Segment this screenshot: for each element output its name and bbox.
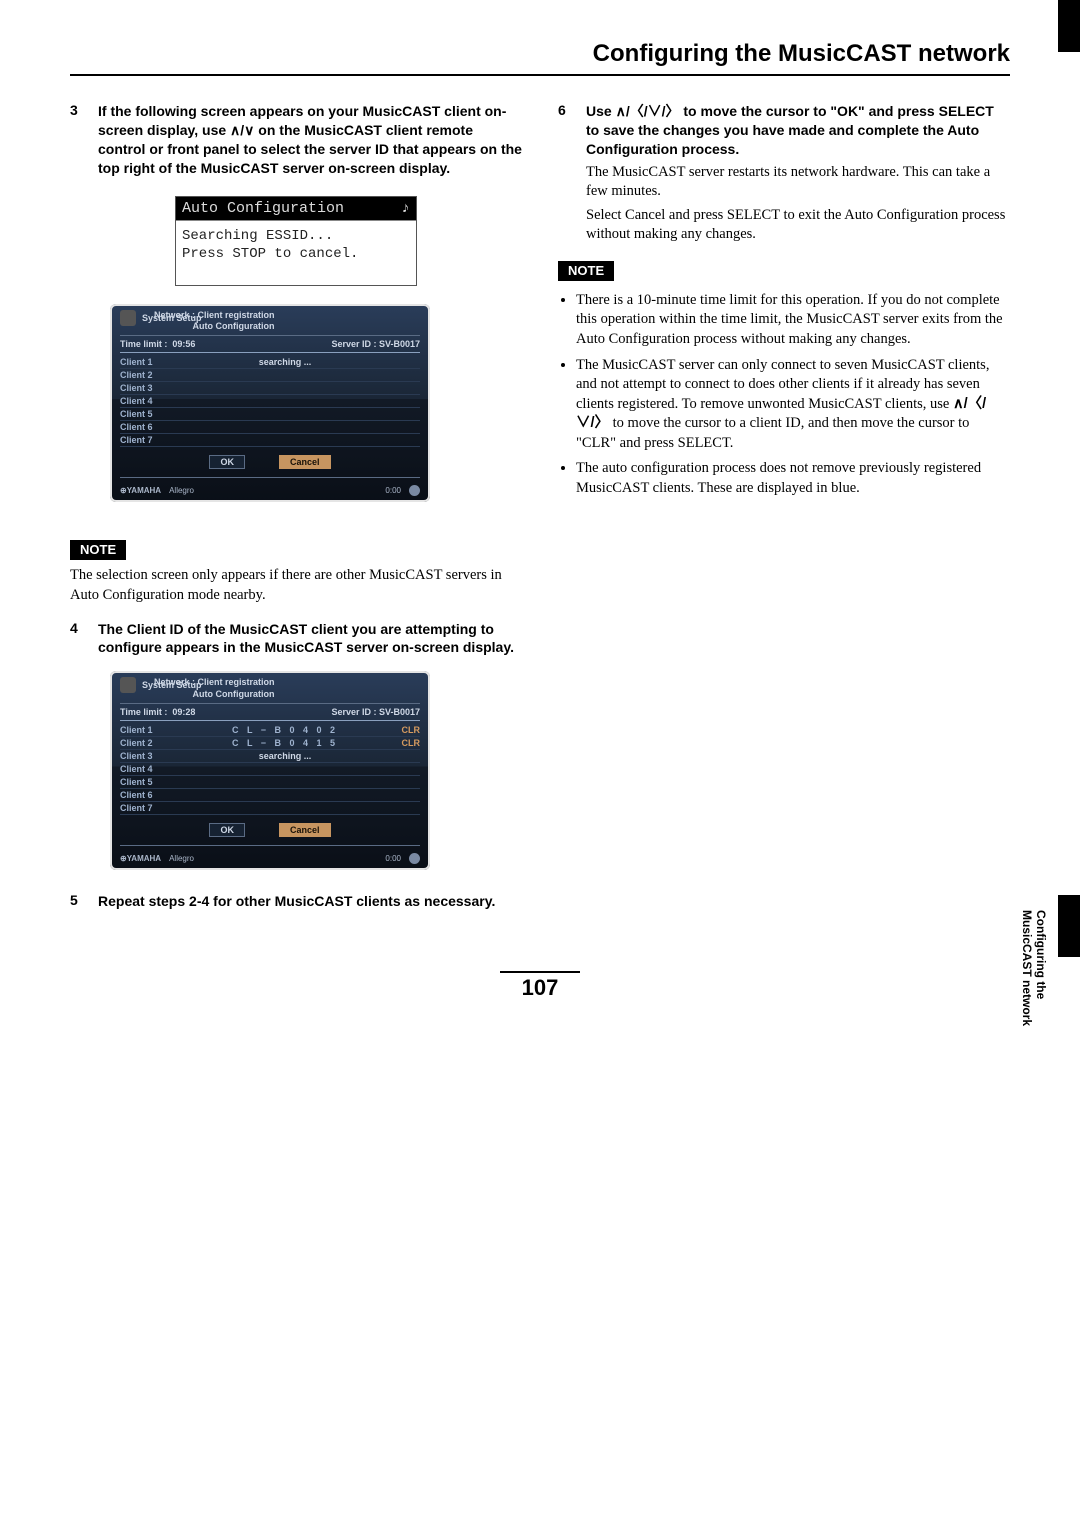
yamaha-brand: ⊕YAMAHA bbox=[120, 854, 161, 863]
footer-time: 0:00 bbox=[385, 486, 401, 495]
ok-button[interactable]: OK bbox=[209, 455, 245, 469]
step-3: 3 If the following screen appears on you… bbox=[70, 102, 522, 178]
note-b2-b: to move the cursor to a client ID, and t… bbox=[576, 415, 969, 451]
client-value: C L − B 0 4 0 2 bbox=[180, 725, 390, 735]
tv-time-value: 09:28 bbox=[172, 707, 195, 717]
client-label: Client 5 bbox=[120, 409, 180, 419]
lcd-title: Auto Configuration bbox=[182, 200, 344, 217]
note-b2-a: The MusicCAST server can only connect to… bbox=[576, 357, 989, 412]
client-value: C L − B 0 4 1 5 bbox=[180, 738, 390, 748]
client-label: Client 6 bbox=[120, 422, 180, 432]
table-row: Client 6 bbox=[120, 421, 420, 434]
client-label: Client 1 bbox=[120, 357, 180, 367]
client-value: searching ... bbox=[180, 751, 390, 761]
table-row: Client 3searching ... bbox=[120, 750, 420, 763]
tv-logo-icon bbox=[120, 677, 136, 693]
client-label: Client 4 bbox=[120, 764, 180, 774]
step-4-text: The Client ID of the MusicCAST client yo… bbox=[98, 620, 522, 658]
table-row: Client 6 bbox=[120, 789, 420, 802]
note-bullet-3: The auto configuration process does not … bbox=[576, 459, 1010, 498]
footer-name: Allegro bbox=[169, 854, 194, 863]
client-label: Client 7 bbox=[120, 435, 180, 445]
table-row: Client 1searching ... bbox=[120, 356, 420, 369]
client-value: searching ... bbox=[180, 357, 390, 367]
client-label: Client 5 bbox=[120, 777, 180, 787]
tv-logo-icon bbox=[120, 310, 136, 326]
tv-heading-2: Auto Configuration bbox=[154, 689, 275, 700]
tv-heading-1: Network : Client registration bbox=[154, 310, 275, 321]
lcd-line-1: Searching ESSID... bbox=[182, 227, 410, 245]
tv-time-value: 09:56 bbox=[172, 339, 195, 349]
page-title: Configuring the MusicCAST network bbox=[70, 40, 1010, 68]
step-4: 4 The Client ID of the MusicCAST client … bbox=[70, 620, 522, 658]
step-5: 5 Repeat steps 2-4 for other MusicCAST c… bbox=[70, 892, 522, 911]
clr-button[interactable]: CLR bbox=[390, 738, 420, 748]
tv-server-id: Server ID : SV-B0017 bbox=[331, 707, 420, 717]
lcd-line-2: Press STOP to cancel. bbox=[182, 245, 410, 263]
music-note-icon: ♪ bbox=[401, 200, 410, 217]
client-label: Client 3 bbox=[120, 751, 180, 761]
tv-time-label: Time limit : bbox=[120, 339, 167, 349]
client-label: Client 4 bbox=[120, 396, 180, 406]
status-dot-icon bbox=[409, 485, 420, 496]
arrows-updown-icon: ∧/∨ bbox=[230, 122, 254, 138]
table-row: Client 4 bbox=[120, 763, 420, 776]
client-label: Client 7 bbox=[120, 803, 180, 813]
side-tab-label: Configuring the MusicCAST network bbox=[1020, 910, 1048, 1051]
tv-screen-2: System Setup Network : Client registrati… bbox=[110, 671, 430, 870]
table-row: Client 1C L − B 0 4 0 2CLR bbox=[120, 724, 420, 737]
table-row: Client 5 bbox=[120, 776, 420, 789]
tv-heading-1: Network : Client registration bbox=[154, 677, 275, 688]
page-number: 107 bbox=[70, 975, 1010, 1001]
cancel-button[interactable]: Cancel bbox=[279, 455, 331, 469]
tv-server-id: Server ID : SV-B0017 bbox=[331, 339, 420, 349]
yamaha-brand: ⊕YAMAHA bbox=[120, 486, 161, 495]
tv-time-label: Time limit : bbox=[120, 707, 167, 717]
tv2-rows: Client 1C L − B 0 4 0 2CLRClient 2C L − … bbox=[120, 724, 420, 815]
cancel-button[interactable]: Cancel bbox=[279, 823, 331, 837]
arrows-nav-icon: ∧/〈/∨/〉 bbox=[616, 103, 680, 119]
tv-screen-1: System Setup Network : Client registrati… bbox=[110, 304, 430, 503]
footer-name: Allegro bbox=[169, 486, 194, 495]
note-bullet-2: The MusicCAST server can only connect to… bbox=[576, 356, 1010, 454]
step-6-bold-a: Use bbox=[586, 103, 616, 119]
table-row: Client 3 bbox=[120, 382, 420, 395]
client-label: Client 3 bbox=[120, 383, 180, 393]
clr-button[interactable]: CLR bbox=[390, 725, 420, 735]
step-number: 6 bbox=[558, 102, 576, 245]
note-badge: NOTE bbox=[70, 540, 126, 560]
footer-time: 0:00 bbox=[385, 854, 401, 863]
step-number: 5 bbox=[70, 892, 88, 911]
step-6: 6 Use ∧/〈/∨/〉 to move the cursor to "OK"… bbox=[558, 102, 1010, 245]
client-label: Client 1 bbox=[120, 725, 180, 735]
step-5-text: Repeat steps 2-4 for other MusicCAST cli… bbox=[98, 892, 495, 911]
title-rule bbox=[70, 74, 1010, 76]
client-label: Client 2 bbox=[120, 370, 180, 380]
step-6-after-2: Select Cancel and press SELECT to exit t… bbox=[586, 206, 1010, 245]
note-bullet-1: There is a 10-minute time limit for this… bbox=[576, 291, 1010, 350]
step-number: 3 bbox=[70, 102, 88, 178]
step-6-after-1: The MusicCAST server restarts its networ… bbox=[586, 163, 1010, 202]
table-row: Client 5 bbox=[120, 408, 420, 421]
table-row: Client 2C L − B 0 4 1 5CLR bbox=[120, 737, 420, 750]
client-label: Client 2 bbox=[120, 738, 180, 748]
tv-heading-2: Auto Configuration bbox=[154, 321, 275, 332]
tv1-rows: Client 1searching ...Client 2 Client 3 Cli… bbox=[120, 356, 420, 447]
page-number-rule bbox=[500, 971, 580, 973]
table-row: Client 7 bbox=[120, 434, 420, 447]
table-row: Client 4 bbox=[120, 395, 420, 408]
table-row: Client 2 bbox=[120, 369, 420, 382]
note-left-text: The selection screen only appears if the… bbox=[70, 566, 522, 605]
note-badge: NOTE bbox=[558, 261, 614, 281]
client-label: Client 6 bbox=[120, 790, 180, 800]
status-dot-icon bbox=[409, 853, 420, 864]
table-row: Client 7 bbox=[120, 802, 420, 815]
lcd-screen: Auto Configuration ♪ Searching ESSID... … bbox=[175, 196, 417, 286]
ok-button[interactable]: OK bbox=[209, 823, 245, 837]
step-number: 4 bbox=[70, 620, 88, 658]
